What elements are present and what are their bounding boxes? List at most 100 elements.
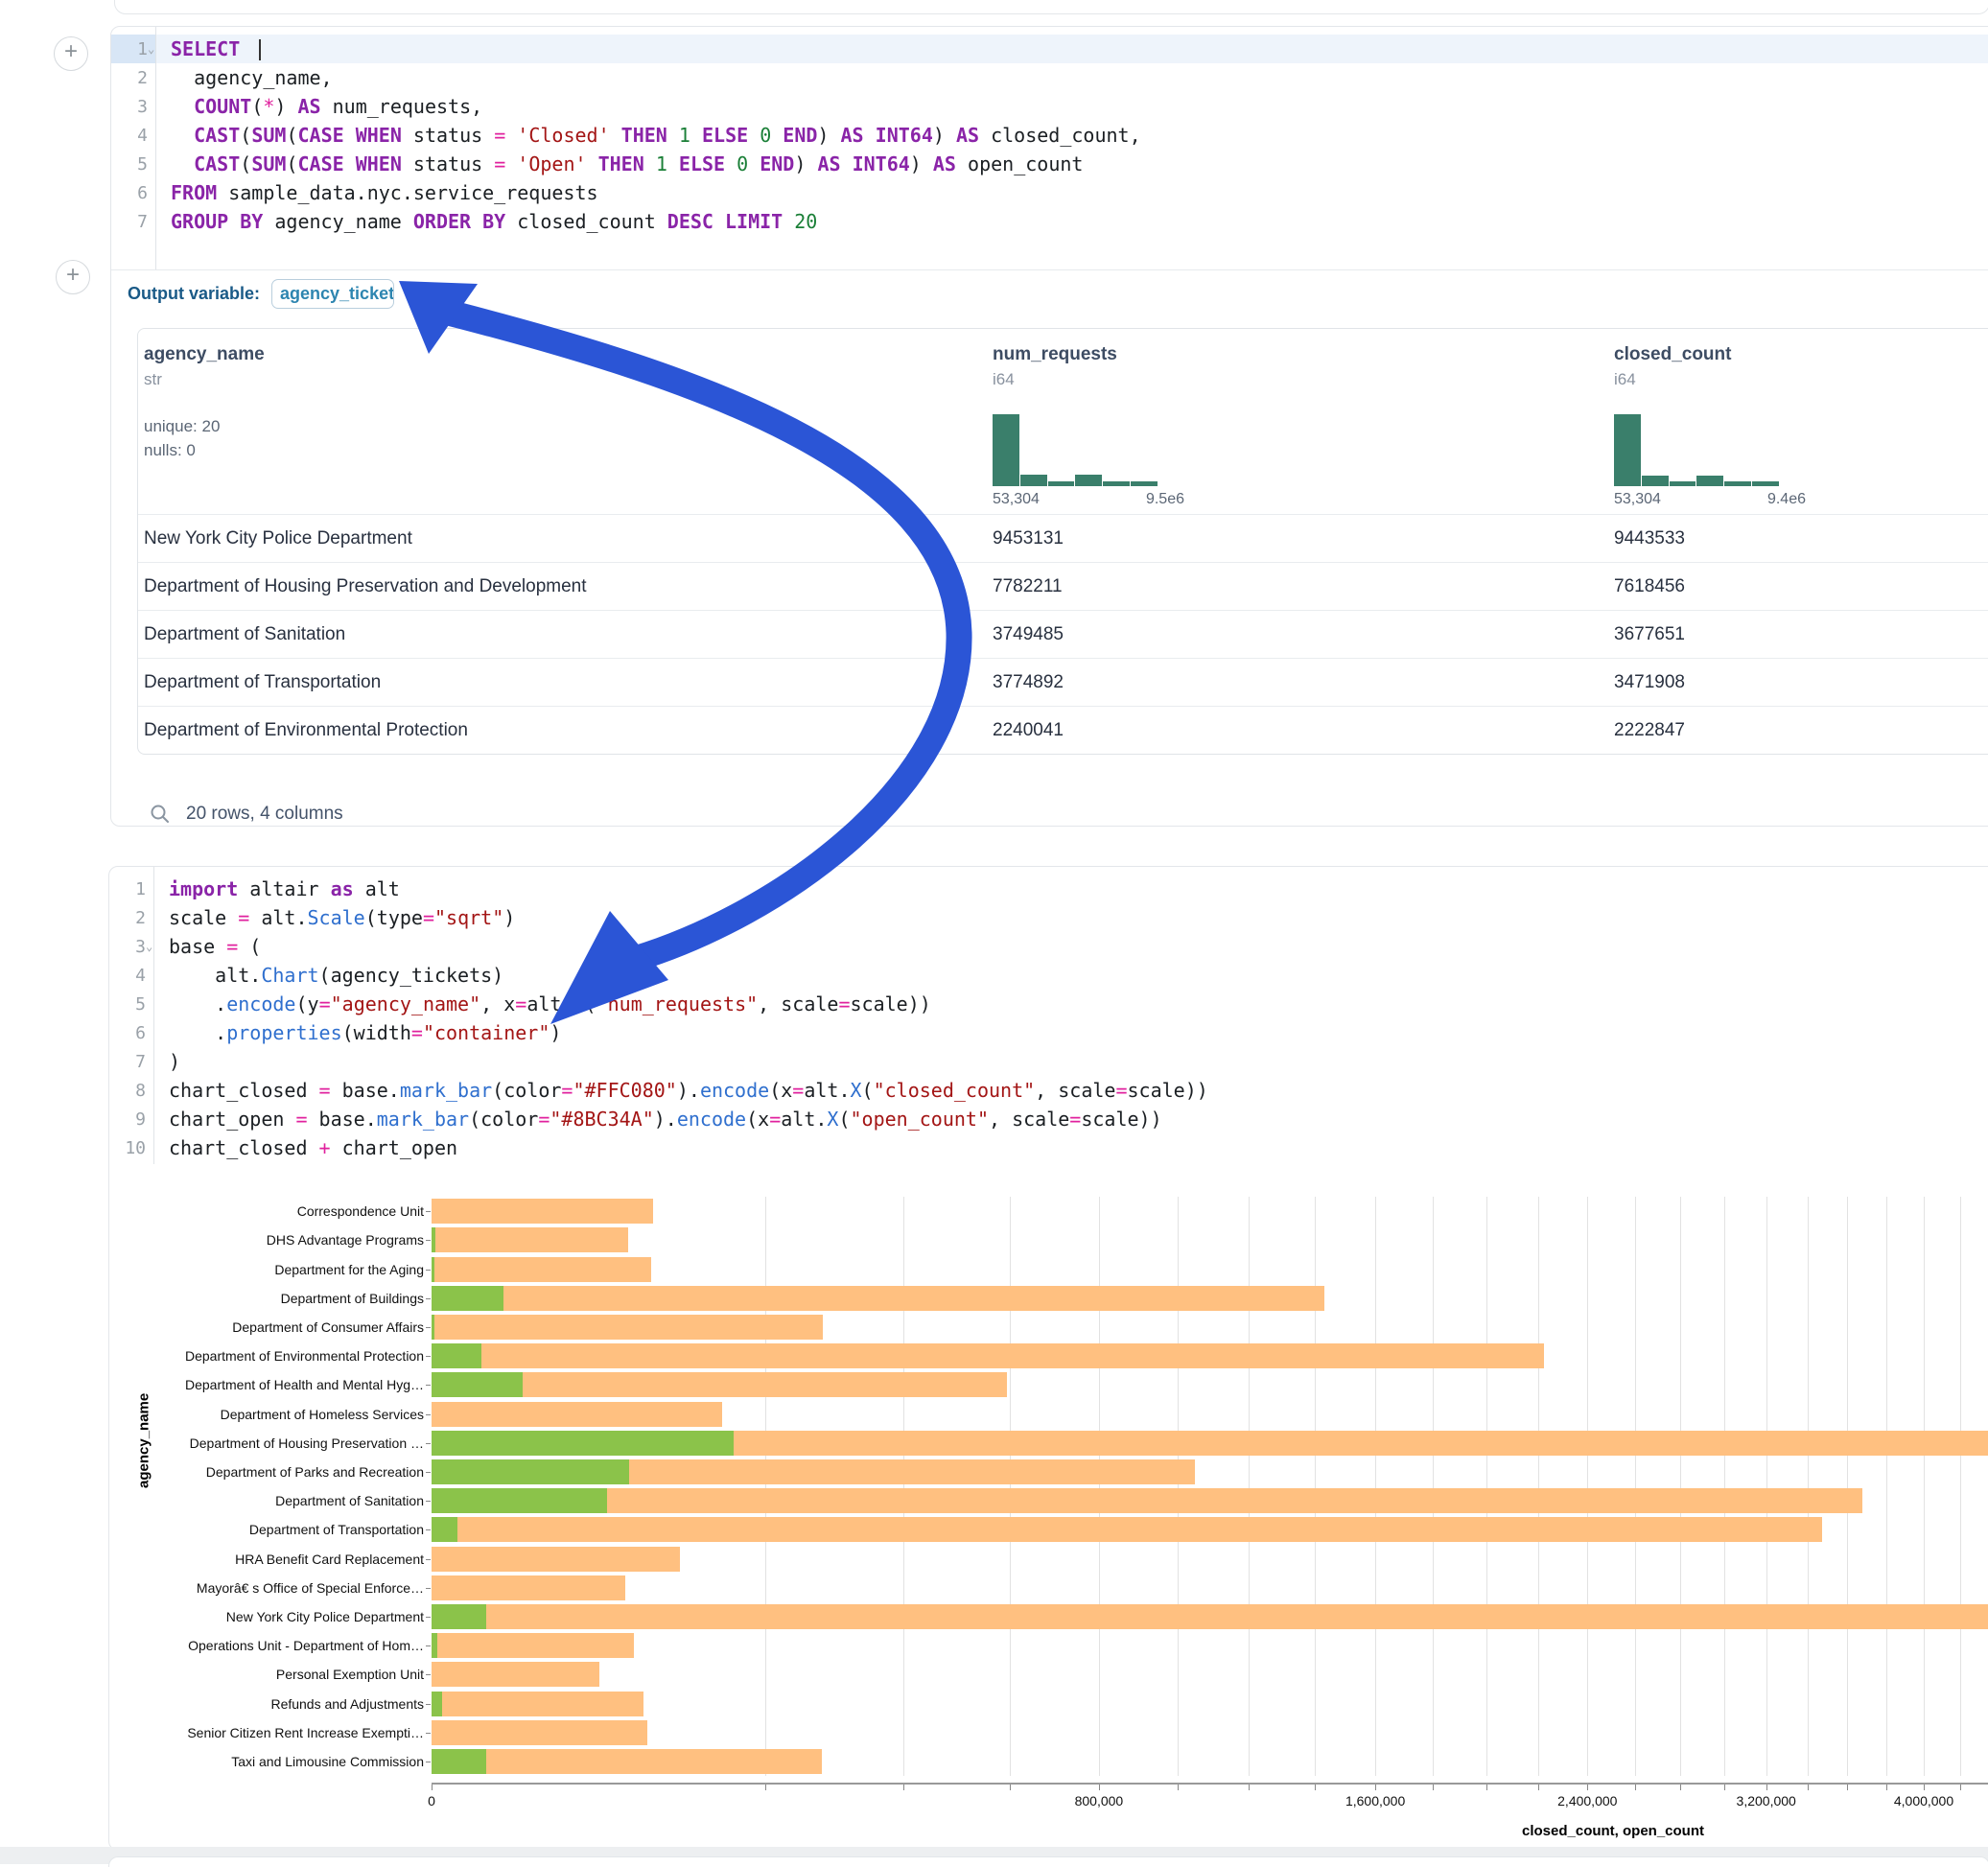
add-cell-button-output[interactable]: + bbox=[56, 260, 90, 294]
code-line[interactable]: 4 alt.Chart(agency_tickets) bbox=[109, 961, 1988, 990]
code-text: .encode(y="agency_name", x=alt.X("num_re… bbox=[153, 992, 931, 1015]
gridline bbox=[1886, 1197, 1887, 1776]
add-cell-button-top[interactable]: + bbox=[54, 36, 88, 71]
x-axis-tick bbox=[1960, 1785, 1961, 1790]
sql-editor[interactable]: 1⌄SELECT 2 agency_name,3 COUNT(*) AS num… bbox=[111, 27, 1988, 269]
gridline bbox=[1766, 1197, 1767, 1776]
y-axis-tick bbox=[426, 1211, 431, 1212]
bar-open_count[interactable] bbox=[432, 1633, 437, 1658]
bar-closed_count[interactable] bbox=[432, 1749, 822, 1774]
column-header-agency_name[interactable]: agency_namestrunique: 20nulls: 0 bbox=[138, 329, 987, 514]
bar-closed_count[interactable] bbox=[432, 1402, 722, 1427]
y-axis-tick bbox=[426, 1298, 431, 1299]
bar-open_count[interactable] bbox=[432, 1749, 486, 1774]
column-header-closed_count[interactable]: closed_counti6453,3049.4e6 bbox=[1608, 329, 1988, 514]
code-line[interactable]: 9chart_open = base.mark_bar(color="#8BC3… bbox=[109, 1105, 1988, 1133]
code-line[interactable]: 1import altair as alt bbox=[109, 875, 1988, 903]
x-axis-line bbox=[432, 1783, 1988, 1785]
bar-open_count[interactable] bbox=[432, 1227, 435, 1252]
bar-closed_count[interactable] bbox=[432, 1633, 634, 1658]
x-axis-tick bbox=[1538, 1785, 1539, 1790]
table-cell: Department of Sanitation bbox=[138, 624, 987, 645]
table-cell: 7618456 bbox=[1608, 576, 1988, 597]
code-line[interactable]: 2scale = alt.Scale(type="sqrt") bbox=[109, 903, 1988, 932]
column-header-num_requests[interactable]: num_requestsi6453,3049.5e6 bbox=[987, 329, 1608, 514]
bar-open_count[interactable] bbox=[432, 1315, 434, 1340]
hist-max-label: 9.4e6 bbox=[1767, 491, 1806, 508]
code-line[interactable]: 10chart_closed + chart_open bbox=[109, 1133, 1988, 1162]
bar-closed_count[interactable] bbox=[432, 1315, 823, 1340]
table-cell: Department of Environmental Protection bbox=[138, 720, 987, 741]
code-line[interactable]: 6 .properties(width="container") bbox=[109, 1018, 1988, 1047]
code-line[interactable]: 7GROUP BY agency_name ORDER BY closed_co… bbox=[111, 207, 1988, 236]
code-line[interactable]: 3⌄base = ( bbox=[109, 932, 1988, 961]
search-icon[interactable] bbox=[150, 804, 171, 825]
bar-open_count[interactable] bbox=[432, 1459, 629, 1484]
y-axis-label: Refunds and Adjustments bbox=[270, 1696, 424, 1712]
gridline bbox=[1249, 1197, 1250, 1776]
table-row[interactable]: Department of Sanitation37494853677651 bbox=[138, 610, 1988, 658]
gridline bbox=[1808, 1197, 1809, 1776]
gridline bbox=[1960, 1197, 1961, 1776]
code-line[interactable]: 6FROM sample_data.nyc.service_requests bbox=[111, 178, 1988, 207]
code-text: scale = alt.Scale(type="sqrt") bbox=[153, 906, 515, 929]
y-axis-label: DHS Advantage Programs bbox=[267, 1232, 424, 1248]
bar-closed_count[interactable] bbox=[432, 1604, 1988, 1629]
code-text: chart_closed + chart_open bbox=[153, 1136, 457, 1159]
line-number: 1 bbox=[109, 879, 152, 899]
bar-open_count[interactable] bbox=[432, 1286, 503, 1311]
y-axis-label: Department of Parks and Recreation bbox=[206, 1464, 424, 1480]
line-number: 10 bbox=[109, 1138, 152, 1158]
table-row[interactable]: Department of Transportation377489234719… bbox=[138, 658, 1988, 706]
y-axis-tick bbox=[426, 1327, 431, 1328]
bar-open_count[interactable] bbox=[432, 1257, 434, 1282]
gridline bbox=[903, 1197, 904, 1776]
code-line[interactable]: 4 CAST(SUM(CASE WHEN status = 'Closed' T… bbox=[111, 121, 1988, 150]
gridline bbox=[1538, 1197, 1539, 1776]
code-line[interactable]: 5 CAST(SUM(CASE WHEN status = 'Open' THE… bbox=[111, 150, 1988, 178]
python-cell: 1import altair as alt2scale = alt.Scale(… bbox=[108, 866, 1988, 1851]
chart-y-axis-title: agency_name bbox=[136, 1393, 152, 1488]
column-type: str bbox=[144, 370, 987, 389]
table-row[interactable]: Department of Housing Preservation and D… bbox=[138, 562, 1988, 610]
line-number: 3 bbox=[111, 97, 153, 117]
code-line[interactable]: 2 agency_name, bbox=[111, 63, 1988, 92]
bar-closed_count[interactable] bbox=[432, 1575, 625, 1600]
table-cell: 2222847 bbox=[1608, 720, 1988, 741]
y-axis-label: Senior Citizen Rent Increase Exempti… bbox=[187, 1725, 424, 1740]
bar-open_count[interactable] bbox=[432, 1372, 523, 1397]
bar-closed_count[interactable] bbox=[432, 1199, 653, 1224]
bar-closed_count[interactable] bbox=[432, 1692, 643, 1716]
bar-open_count[interactable] bbox=[432, 1431, 734, 1456]
y-axis-label: Department of Sanitation bbox=[275, 1493, 424, 1508]
bar-open_count[interactable] bbox=[432, 1517, 457, 1542]
table-row[interactable]: New York City Police Department945313194… bbox=[138, 514, 1988, 562]
bar-closed_count[interactable] bbox=[432, 1517, 1822, 1542]
code-line[interactable]: 1⌄SELECT bbox=[111, 35, 1988, 63]
bar-closed_count[interactable] bbox=[432, 1662, 599, 1687]
line-number: 9 bbox=[109, 1109, 152, 1130]
bar-open_count[interactable] bbox=[432, 1692, 442, 1716]
bar-open_count[interactable] bbox=[432, 1488, 607, 1513]
bar-closed_count[interactable] bbox=[432, 1720, 647, 1745]
bar-open_count[interactable] bbox=[432, 1343, 481, 1368]
y-axis-label: Correspondence Unit bbox=[297, 1203, 424, 1219]
bar-closed_count[interactable] bbox=[432, 1547, 680, 1572]
bar-closed_count[interactable] bbox=[432, 1286, 1324, 1311]
code-line[interactable]: 3 COUNT(*) AS num_requests, bbox=[111, 92, 1988, 121]
code-line[interactable]: 8chart_closed = base.mark_bar(color="#FF… bbox=[109, 1076, 1988, 1105]
output-variable-chip[interactable]: agency_tickets bbox=[271, 279, 394, 309]
line-number: 7 bbox=[109, 1052, 152, 1072]
column-name: agency_name bbox=[144, 344, 987, 365]
code-line[interactable]: 7) bbox=[109, 1047, 1988, 1076]
table-cell: 9453131 bbox=[987, 528, 1608, 549]
bar-closed_count[interactable] bbox=[432, 1227, 628, 1252]
bar-closed_count[interactable] bbox=[432, 1488, 1862, 1513]
y-axis-tick bbox=[426, 1385, 431, 1386]
bar-closed_count[interactable] bbox=[432, 1257, 651, 1282]
bar-closed_count[interactable] bbox=[432, 1343, 1544, 1368]
code-line[interactable]: 5 .encode(y="agency_name", x=alt.X("num_… bbox=[109, 990, 1988, 1018]
bar-open_count[interactable] bbox=[432, 1604, 486, 1629]
python-editor[interactable]: 1import altair as alt2scale = alt.Scale(… bbox=[109, 867, 1988, 1164]
table-row[interactable]: Department of Environmental Protection 22… bbox=[138, 706, 1988, 754]
